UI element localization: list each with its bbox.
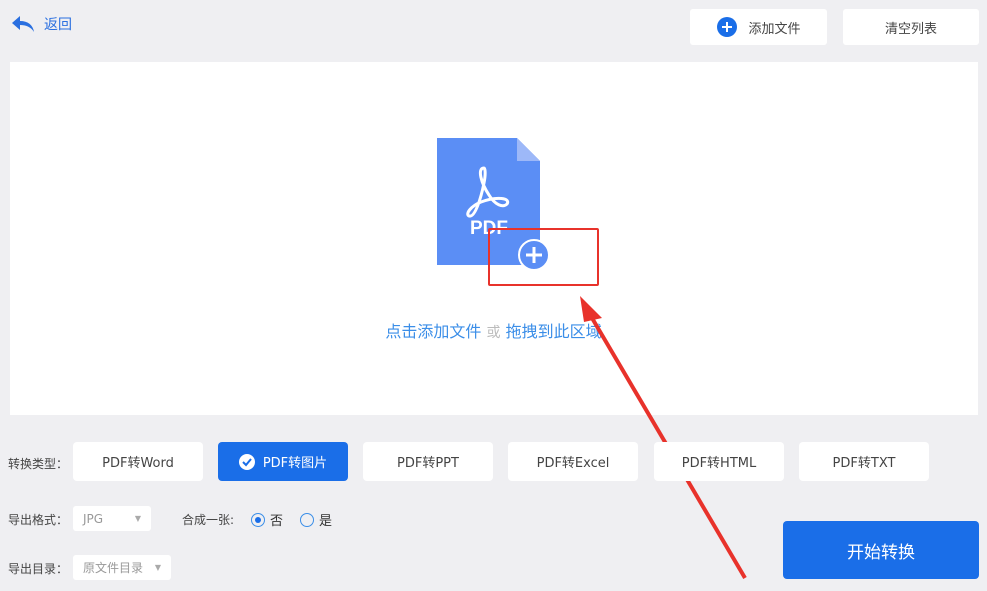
clear-list-label: 清空列表 bbox=[884, 21, 937, 37]
export-format-select[interactable]: JPG ▼ bbox=[73, 506, 151, 531]
start-convert-button[interactable]: 开始转换 bbox=[783, 521, 979, 579]
back-label: 返回 bbox=[44, 17, 72, 33]
annotation-highlight-box bbox=[488, 228, 599, 286]
type-label: PDF转HTML bbox=[681, 456, 757, 471]
check-circle-icon bbox=[238, 453, 255, 470]
conversion-type-label: 转换类型： bbox=[8, 457, 69, 471]
type-pdf-to-excel[interactable]: PDF转Excel bbox=[508, 442, 638, 481]
type-label: PDF转TXT bbox=[832, 456, 896, 471]
merge-yes-label: 是 bbox=[319, 514, 333, 529]
drag-here-text: 拖拽到此区域 bbox=[505, 322, 602, 341]
dir-value: 原文件目录 bbox=[83, 561, 144, 575]
radio-checked-icon bbox=[251, 512, 265, 527]
type-label: PDF转Excel bbox=[536, 456, 610, 471]
merge-yes-radio[interactable]: 是 bbox=[300, 510, 332, 529]
dropzone-hint: 点击添加文件 或 拖拽到此区域 bbox=[0, 318, 987, 342]
export-format-label: 导出格式： bbox=[8, 513, 69, 527]
chevron-down-icon: ▼ bbox=[134, 514, 141, 523]
add-file-button[interactable]: 添加文件 bbox=[690, 9, 827, 45]
merge-no-label: 否 bbox=[270, 514, 284, 529]
type-pdf-to-ppt[interactable]: PDF转PPT bbox=[363, 442, 493, 481]
format-value: JPG bbox=[83, 511, 104, 526]
merge-label: 合成一张: bbox=[182, 513, 235, 527]
type-label: PDF转图片 bbox=[262, 456, 328, 471]
merge-no-radio[interactable]: 否 bbox=[251, 510, 283, 529]
back-button[interactable]: 返回 bbox=[10, 14, 72, 34]
export-dir-select[interactable]: 原文件目录 ▼ bbox=[73, 555, 171, 580]
type-pdf-to-html[interactable]: PDF转HTML bbox=[654, 442, 784, 481]
type-pdf-to-image[interactable]: PDF转图片 bbox=[218, 442, 348, 481]
type-pdf-to-txt[interactable]: PDF转TXT bbox=[799, 442, 929, 481]
clear-list-button[interactable]: 清空列表 bbox=[843, 9, 979, 45]
back-arrow-icon bbox=[12, 16, 34, 32]
type-label: PDF转PPT bbox=[397, 456, 459, 471]
chevron-down-icon: ▼ bbox=[154, 563, 161, 572]
type-pdf-to-word[interactable]: PDF转Word bbox=[73, 442, 203, 481]
plus-circle-icon bbox=[717, 17, 738, 37]
add-file-label: 添加文件 bbox=[748, 21, 801, 37]
radio-unchecked-icon bbox=[300, 512, 314, 527]
or-text: 或 bbox=[486, 325, 501, 341]
export-dir-label: 导出目录： bbox=[8, 562, 69, 576]
type-label: PDF转Word bbox=[102, 456, 174, 471]
click-add-link[interactable]: 点击添加文件 bbox=[385, 322, 481, 341]
